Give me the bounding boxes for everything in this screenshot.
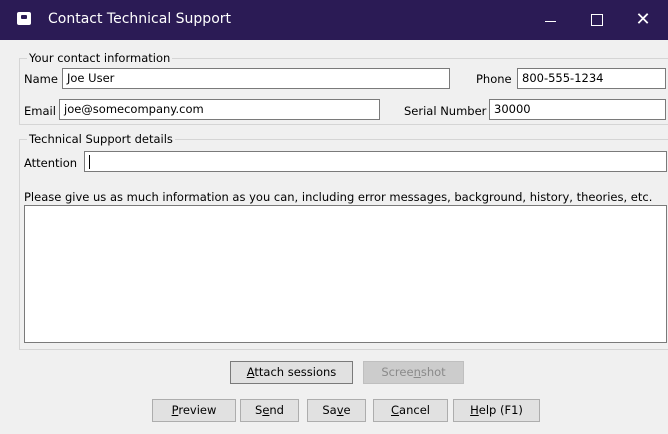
attention-field[interactable] [84, 151, 667, 172]
contact-info-legend: Your contact information [27, 51, 173, 65]
phone-field[interactable]: 800-555-1234 [517, 68, 666, 89]
maximize-icon [591, 14, 603, 26]
phone-label: Phone [476, 72, 512, 86]
name-label: Name [24, 72, 58, 86]
details-instructions: Please give us as much information as yo… [24, 190, 653, 204]
email-field[interactable]: joe@somecompany.com [59, 99, 380, 120]
email-label: Email [24, 104, 56, 118]
screenshot-button[interactable]: Screenshot [363, 361, 464, 384]
serial-number-field[interactable]: 30000 [489, 99, 666, 120]
preview-button[interactable]: Preview [152, 399, 236, 422]
window-title: Contact Technical Support [48, 11, 231, 27]
text-caret [89, 154, 90, 169]
attention-label: Attention [24, 156, 78, 170]
send-button[interactable]: Send [240, 399, 299, 422]
serial-number-label: Serial Number [404, 104, 487, 118]
save-button[interactable]: Save [307, 399, 366, 422]
minimize-icon [545, 21, 556, 22]
app-window-icon [17, 12, 31, 25]
close-button[interactable]: ✕ [620, 0, 666, 40]
close-icon: ✕ [635, 9, 651, 30]
help-button[interactable]: Help (F1) [453, 399, 540, 422]
support-details-legend: Technical Support details [27, 132, 175, 146]
name-field[interactable]: Joe User [62, 68, 450, 89]
maximize-button[interactable] [573, 0, 619, 40]
cancel-button[interactable]: Cancel [373, 399, 448, 422]
support-dialog: Contact Technical Support ✕ Your contact… [0, 0, 668, 434]
details-textarea[interactable] [24, 205, 667, 343]
minimize-button[interactable] [527, 0, 573, 40]
title-bar[interactable]: Contact Technical Support ✕ [0, 0, 668, 40]
attach-sessions-button[interactable]: Attach sessions [230, 361, 353, 384]
